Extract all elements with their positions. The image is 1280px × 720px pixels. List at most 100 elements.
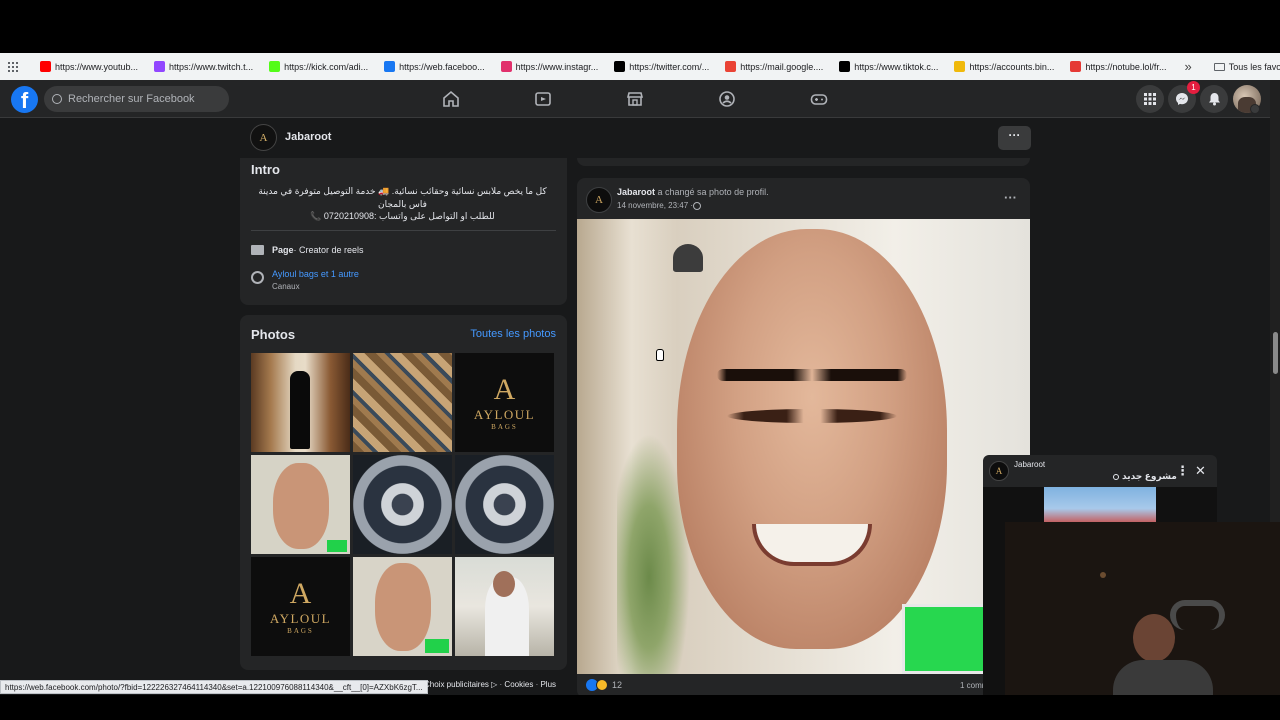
- gaming-icon[interactable]: [810, 90, 828, 108]
- bookmark-item[interactable]: https://www.twitch.t...: [146, 53, 261, 80]
- bookmark-label: https://www.tiktok.c...: [854, 61, 939, 72]
- browser-top-area: [0, 0, 1280, 53]
- bookmark-item[interactable]: https://web.faceboo...: [376, 53, 493, 80]
- popup-author[interactable]: Jabaroot: [1014, 460, 1045, 469]
- bookmark-favicon-icon: [269, 61, 281, 72]
- all-bookmarks-button[interactable]: Tous les favoris: [1206, 53, 1280, 80]
- bookmark-favicon-icon: [839, 61, 851, 72]
- logo-name: AYLOUL: [269, 610, 332, 626]
- photo-thumbnail[interactable]: A AYLOUL BAGS: [455, 353, 554, 452]
- globe-icon: [693, 201, 702, 210]
- photo-thumbnail[interactable]: [251, 455, 350, 554]
- eyebrows: [717, 369, 907, 381]
- all-bookmarks-label: Tous les favoris: [1228, 61, 1280, 72]
- account-chevron-icon[interactable]: [1250, 104, 1260, 114]
- logo-sub: BAGS: [287, 626, 314, 635]
- menu-button[interactable]: [1136, 85, 1164, 113]
- bell-icon: [1208, 93, 1220, 106]
- intro-card: Intro كل ما يخص ملابس نسائية وحقائب نسائ…: [240, 158, 567, 305]
- popup-close-button[interactable]: ✕: [1195, 463, 1206, 479]
- messenger-icon: [1176, 93, 1188, 105]
- page-type-label: Page: [272, 245, 294, 255]
- page-category: · Creator de reels: [293, 245, 364, 255]
- messenger-button[interactable]: 1: [1168, 81, 1200, 113]
- popup-avatar[interactable]: A: [989, 461, 1009, 481]
- post-more-button[interactable]: ···: [1004, 190, 1017, 205]
- webcam-person-head: [1133, 614, 1175, 662]
- bookmark-item[interactable]: https://accounts.bin...: [946, 53, 1062, 80]
- home-icon[interactable]: [442, 90, 460, 108]
- post-author-avatar[interactable]: A: [586, 187, 612, 213]
- all-photos-link[interactable]: Toutes les photos: [470, 328, 556, 340]
- page-category-row: Page · Creator de reels: [251, 245, 364, 255]
- bookmark-favicon-icon: [1070, 61, 1082, 72]
- video-icon[interactable]: [534, 90, 552, 108]
- photo-thumbnail[interactable]: [353, 557, 452, 656]
- marketplace-icon[interactable]: [626, 90, 644, 108]
- bookmark-item[interactable]: https://www.instagr...: [493, 53, 607, 80]
- bookmark-label: https://www.youtub...: [55, 61, 139, 72]
- bookmark-item[interactable]: https://www.tiktok.c...: [831, 53, 946, 80]
- search-input[interactable]: Rechercher sur Facebook: [44, 86, 229, 112]
- bookmark-item[interactable]: https://mail.google....: [717, 53, 831, 80]
- bookmark-item[interactable]: https://www.youtub...: [32, 53, 146, 80]
- post-action: a changé sa photo de profil.: [655, 187, 769, 197]
- page-avatar[interactable]: A: [250, 124, 277, 151]
- photo-thumbnail[interactable]: [251, 353, 350, 452]
- reactions-row[interactable]: 12: [586, 679, 622, 691]
- logo-sub: BAGS: [491, 422, 518, 431]
- mouse-cursor-icon: [656, 349, 664, 361]
- photo-thumbnail[interactable]: A AYLOUL BAGS: [251, 557, 350, 656]
- bookmarks-overflow-button[interactable]: »: [1174, 59, 1201, 74]
- webcam-overlay: [1005, 522, 1280, 695]
- bookmark-label: https://twitter.com/...: [629, 61, 710, 72]
- page-name[interactable]: Jabaroot: [285, 131, 331, 143]
- photo-thumbnail[interactable]: [455, 557, 554, 656]
- post-header-text: Jabaroot a changé sa photo de profil.: [617, 187, 769, 197]
- bookmark-label: https://notube.lol/fr...: [1085, 61, 1167, 72]
- photo-thumbnail[interactable]: [353, 455, 452, 554]
- facebook-logo-icon[interactable]: f: [11, 86, 38, 113]
- bookmarks-list: https://www.youtub... https://www.twitch.…: [32, 53, 1174, 80]
- post-time[interactable]: 14 novembre, 23:47 ·: [617, 201, 693, 210]
- grid-menu-icon: [1144, 93, 1156, 105]
- messenger-badge: 1: [1187, 81, 1200, 94]
- popup-more-button[interactable]: ⋮: [1176, 463, 1189, 479]
- scrollbar-thumb[interactable]: [1273, 332, 1278, 374]
- bookmark-item[interactable]: https://kick.com/adi...: [261, 53, 376, 80]
- photos-title: Photos: [251, 327, 296, 342]
- groups-icon[interactable]: [718, 90, 736, 108]
- photos-card: Photos Toutes les photos A AYLOUL BAGS A…: [240, 315, 567, 670]
- channels-sublabel: Canaux: [272, 282, 300, 291]
- intro-bio: كل ما يخص ملابس نسائية وحقائب نسائية. 🚚 …: [250, 185, 555, 223]
- page-more-button[interactable]: ···: [998, 126, 1031, 150]
- wall-lamp: [673, 244, 703, 272]
- search-placeholder: Rechercher sur Facebook: [68, 93, 195, 105]
- photo-thumbnail[interactable]: [353, 353, 452, 452]
- post-time-row: 14 novembre, 23:47 ·: [617, 201, 702, 210]
- cookies-link[interactable]: Cookies: [504, 680, 533, 689]
- bookmark-label: https://www.twitch.t...: [169, 61, 254, 72]
- photo-thumbnail[interactable]: [455, 455, 554, 554]
- bookmark-favicon-icon: [954, 61, 966, 72]
- bio-line: للطلب او التواصل على واتساب :0720210908 …: [310, 211, 495, 221]
- flag-icon: [251, 245, 264, 255]
- ads-choices-link[interactable]: Choix publicitaires ▷: [424, 680, 497, 689]
- page-header-bar: A Jabaroot ···: [0, 118, 1270, 158]
- bookmark-favicon-icon: [725, 61, 737, 72]
- bio-line: فاس بالمجان: [378, 198, 427, 209]
- apps-icon[interactable]: [8, 61, 18, 72]
- bookmark-item[interactable]: https://notube.lol/fr...: [1062, 53, 1174, 80]
- channels-link[interactable]: Ayloul bags et 1 autre: [272, 269, 359, 279]
- bookmark-label: https://accounts.bin...: [969, 61, 1055, 72]
- bookmark-favicon-icon: [500, 61, 512, 72]
- post-author[interactable]: Jabaroot: [617, 187, 655, 197]
- bookmark-item[interactable]: https://twitter.com/...: [606, 53, 717, 80]
- person-head: [677, 229, 947, 649]
- haha-reaction-icon: [596, 679, 608, 691]
- post-photo[interactable]: [577, 219, 1030, 674]
- webcam-lamp: [1100, 572, 1106, 578]
- search-icon: [52, 94, 62, 104]
- more-link[interactable]: Plus: [540, 680, 556, 689]
- notifications-button[interactable]: [1200, 85, 1228, 113]
